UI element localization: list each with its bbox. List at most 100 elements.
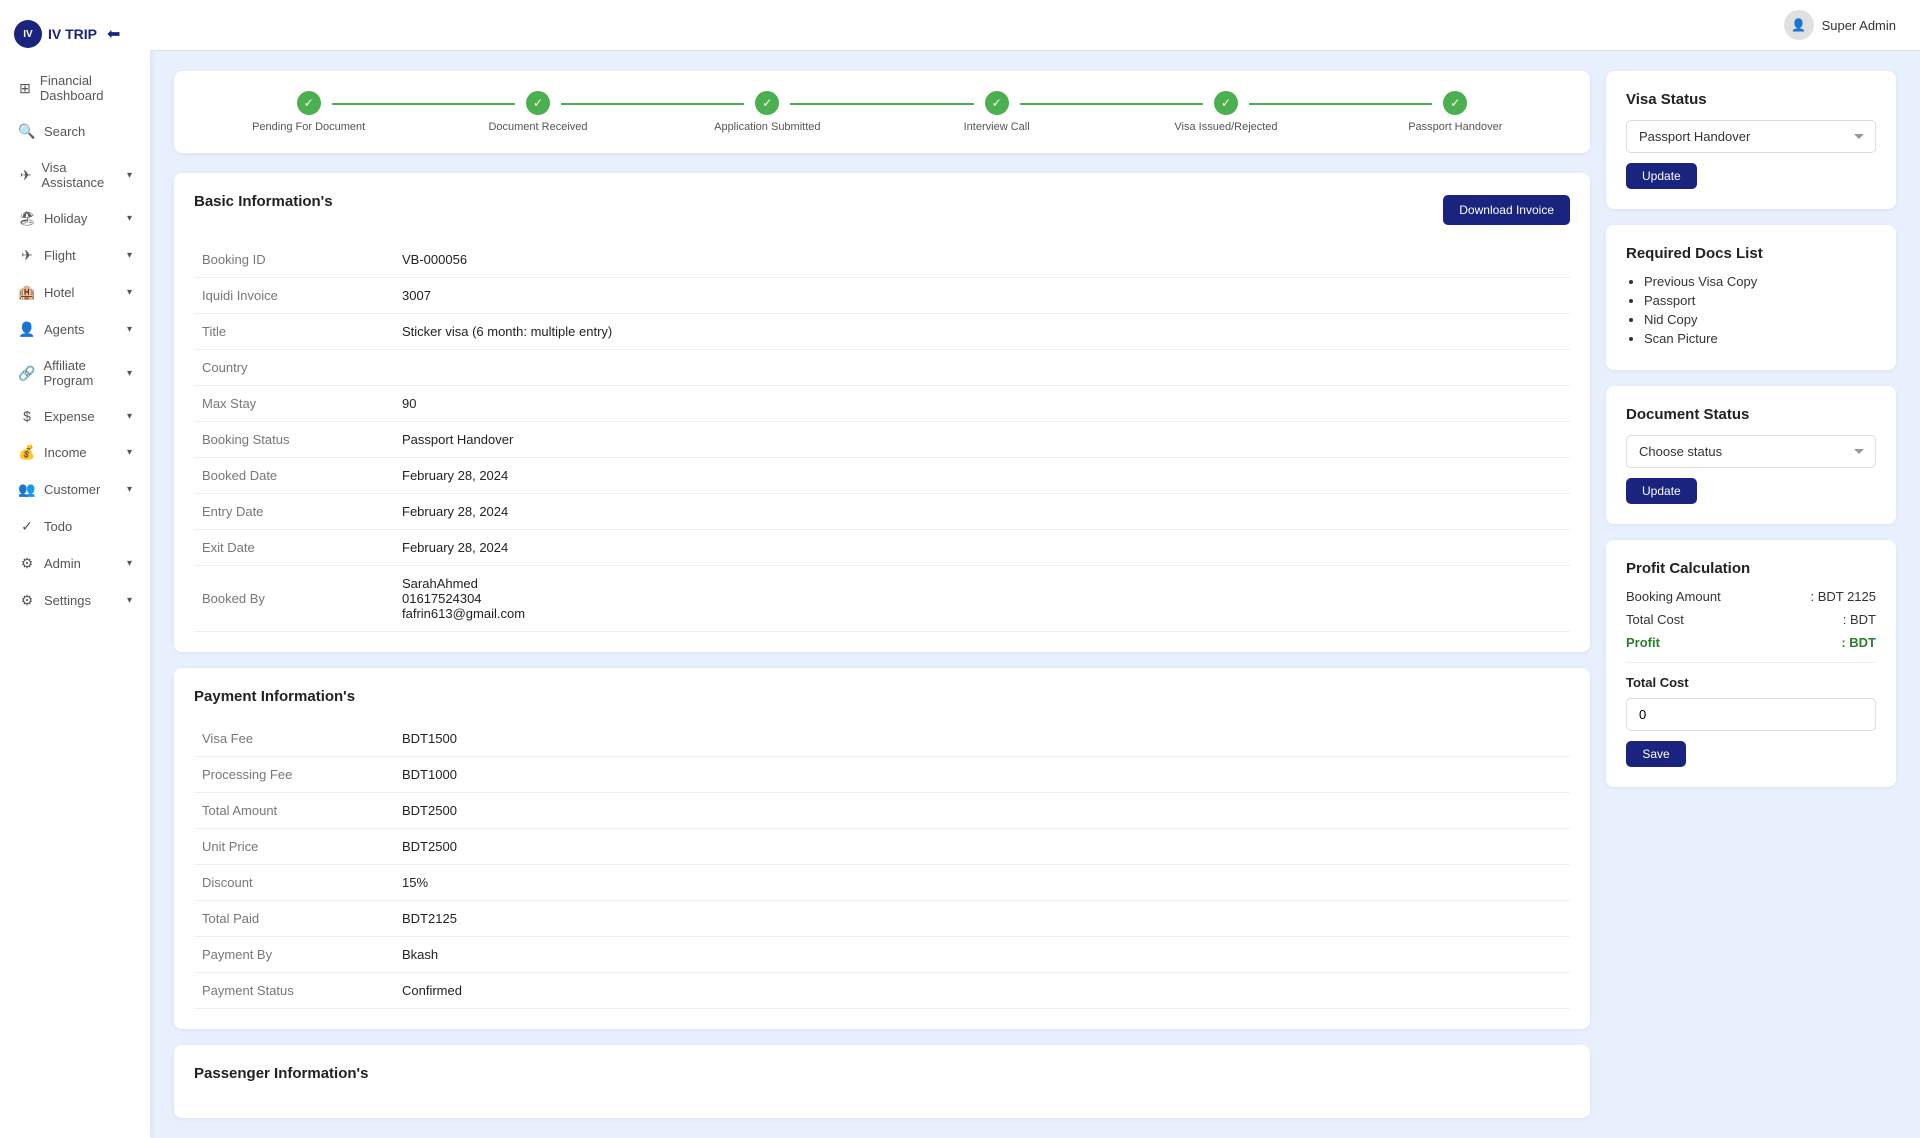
basic-info-header: Basic Information's Download Invoice: [194, 193, 1570, 226]
sidebar-item-label: Expense: [44, 409, 95, 424]
table-row: Booking Status Passport Handover: [194, 422, 1570, 458]
sidebar-item-expense[interactable]: $ Expense ▾: [4, 399, 146, 433]
nav-icon-hotel: 🏨: [18, 284, 36, 301]
passenger-info-title: Passenger Information's: [194, 1065, 1570, 1082]
total-cost-input[interactable]: [1626, 698, 1876, 731]
sidebar-item-label: Customer: [44, 482, 100, 497]
profit-calc-card: Profit Calculation Booking Amount : BDT …: [1606, 540, 1896, 787]
field-value: Passport Handover: [394, 422, 1570, 458]
chevron-icon: ▾: [127, 484, 132, 495]
step-document-received: ✓ Document Received: [423, 91, 652, 133]
main-content: 👤 Super Admin ✓ Pending For Document ✓ D…: [150, 0, 1920, 1138]
document-status-update-button[interactable]: Update: [1626, 478, 1697, 504]
chevron-icon: ▾: [127, 170, 132, 181]
field-value: BDT2500: [394, 829, 1570, 865]
list-item: Scan Picture: [1644, 331, 1876, 346]
progress-steps: ✓ Pending For Document ✓ Document Receiv…: [174, 71, 1590, 153]
payment-info-card: Payment Information's Visa Fee BDT1500 P…: [174, 668, 1590, 1029]
sidebar-item-label: Financial Dashboard: [40, 73, 132, 103]
chevron-icon: ▾: [127, 368, 132, 379]
list-item: Nid Copy: [1644, 312, 1876, 327]
document-status-card: Document Status Choose status Update: [1606, 386, 1896, 524]
save-button[interactable]: Save: [1626, 741, 1686, 767]
payment-info-table: Visa Fee BDT1500 Processing Fee BDT1000 …: [194, 721, 1570, 1009]
sidebar-item-admin[interactable]: ⚙ Admin ▾: [4, 546, 146, 581]
sidebar-item-affiliate-program[interactable]: 🔗 Affiliate Program ▾: [4, 349, 146, 397]
field-label: Max Stay: [194, 386, 394, 422]
field-label: Total Amount: [194, 793, 394, 829]
nav-icon-search: 🔍: [18, 123, 36, 140]
sidebar-logo: IV IV TRIP ⬅: [0, 12, 150, 64]
sidebar-item-todo[interactable]: ✓ Todo: [4, 509, 146, 544]
field-value: 3007: [394, 278, 1570, 314]
sidebar-item-label: Flight: [44, 248, 76, 263]
sidebar-item-hotel[interactable]: 🏨 Hotel ▾: [4, 275, 146, 310]
sidebar-item-agents[interactable]: 👤 Agents ▾: [4, 312, 146, 347]
table-row: Discount 15%: [194, 865, 1570, 901]
nav-icon-agents: 👤: [18, 321, 36, 338]
sidebar-item-label: Settings: [44, 593, 91, 608]
payment-info-title: Payment Information's: [194, 688, 1570, 705]
table-row: Booking ID VB-000056: [194, 242, 1570, 278]
document-status-select[interactable]: Choose status: [1626, 435, 1876, 468]
sidebar: IV IV TRIP ⬅ ⊞ Financial Dashboard 🔍 Sea…: [0, 0, 150, 1138]
field-value: Confirmed: [394, 973, 1570, 1009]
field-value: BDT1000: [394, 757, 1570, 793]
nav-icon-affiliate-program: 🔗: [18, 365, 35, 382]
table-row: Booked Date February 28, 2024: [194, 458, 1570, 494]
field-value: VB-000056: [394, 242, 1570, 278]
sidebar-item-holiday[interactable]: 🏖 Holiday ▾: [4, 201, 146, 236]
nav-icon-settings: ⚙: [18, 592, 36, 609]
field-value: Sticker visa (6 month: multiple entry): [394, 314, 1570, 350]
sidebar-item-income[interactable]: 💰 Income ▾: [4, 435, 146, 470]
chevron-icon: ▾: [127, 595, 132, 606]
total-cost-section-title: Total Cost: [1626, 675, 1876, 690]
field-value: SarahAhmed01617524304fafrin613@gmail.com: [394, 566, 1570, 632]
field-value: Bkash: [394, 937, 1570, 973]
sidebar-item-financial-dashboard[interactable]: ⊞ Financial Dashboard: [4, 64, 146, 112]
booking-amount-label: Booking Amount: [1626, 589, 1721, 604]
step-application-submitted: ✓ Application Submitted: [653, 91, 882, 133]
sidebar-item-visa-assistance[interactable]: ✈ Visa Assistance ▾: [4, 151, 146, 199]
sidebar-item-label: Hotel: [44, 285, 74, 300]
field-label: Payment Status: [194, 973, 394, 1009]
total-cost-value: : BDT: [1843, 612, 1876, 627]
sidebar-item-label: Search: [44, 124, 85, 139]
field-label: Title: [194, 314, 394, 350]
booking-amount-value: : BDT 2125: [1810, 589, 1876, 604]
profit-row: Profit : BDT: [1626, 635, 1876, 650]
step-interview-call: ✓ Interview Call: [882, 91, 1111, 133]
step-circle: ✓: [985, 91, 1009, 115]
field-value: BDT2125: [394, 901, 1570, 937]
table-row: Booked By SarahAhmed01617524304fafrin613…: [194, 566, 1570, 632]
booking-amount-row: Booking Amount : BDT 2125: [1626, 589, 1876, 604]
table-row: Visa Fee BDT1500: [194, 721, 1570, 757]
download-invoice-button[interactable]: Download Invoice: [1443, 195, 1570, 225]
step-visa-issued: ✓ Visa Issued/Rejected: [1111, 91, 1340, 133]
sidebar-item-label: Affiliate Program: [43, 358, 119, 388]
step-label: Pending For Document: [252, 121, 365, 133]
visa-status-update-button[interactable]: Update: [1626, 163, 1697, 189]
sidebar-item-search[interactable]: 🔍 Search: [4, 114, 146, 149]
sidebar-item-flight[interactable]: ✈ Flight ▾: [4, 238, 146, 273]
profit-calc-title: Profit Calculation: [1626, 560, 1876, 577]
field-label: Iquidi Invoice: [194, 278, 394, 314]
visa-status-select[interactable]: Pending For DocumentDocument ReceivedApp…: [1626, 120, 1876, 153]
logo-text: IV TRIP: [48, 26, 97, 42]
field-label: Entry Date: [194, 494, 394, 530]
required-docs-list: Previous Visa CopyPassportNid CopyScan P…: [1626, 274, 1876, 346]
sidebar-item-customer[interactable]: 👥 Customer ▾: [4, 472, 146, 507]
field-value: BDT1500: [394, 721, 1570, 757]
sidebar-item-label: Todo: [44, 519, 72, 534]
field-value: 15%: [394, 865, 1570, 901]
step-label: Application Submitted: [714, 121, 820, 133]
table-row: Max Stay 90: [194, 386, 1570, 422]
back-icon[interactable]: ⬅: [107, 24, 120, 44]
field-label: Total Paid: [194, 901, 394, 937]
sidebar-item-label: Visa Assistance: [41, 160, 119, 190]
field-label: Booking ID: [194, 242, 394, 278]
sidebar-item-label: Admin: [44, 556, 81, 571]
field-value: February 28, 2024: [394, 494, 1570, 530]
visa-status-card: Visa Status Pending For DocumentDocument…: [1606, 71, 1896, 209]
sidebar-item-settings[interactable]: ⚙ Settings ▾: [4, 583, 146, 618]
